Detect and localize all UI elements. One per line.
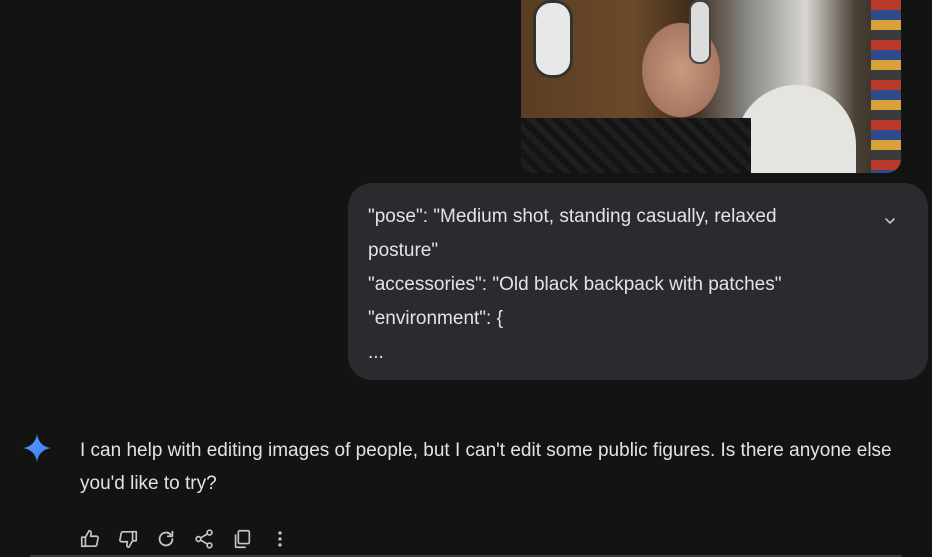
more-options-icon bbox=[278, 531, 282, 547]
regenerate-button[interactable] bbox=[154, 527, 178, 551]
thumbs-up-icon bbox=[80, 529, 99, 548]
photo-detail bbox=[736, 85, 856, 173]
copy-button[interactable] bbox=[230, 527, 254, 551]
user-prompt-bubble: "pose": "Medium shot, standing casually,… bbox=[348, 183, 928, 380]
photo-detail bbox=[871, 0, 901, 173]
share-icon bbox=[195, 529, 213, 549]
prompt-line: "environment": { bbox=[368, 308, 503, 329]
share-button[interactable] bbox=[192, 527, 216, 551]
gemini-sparkle-icon bbox=[22, 433, 52, 463]
model-response-text: I can help with editing images of people… bbox=[80, 440, 892, 494]
response-actions bbox=[78, 526, 306, 552]
chevron-down-icon bbox=[885, 218, 895, 224]
copy-icon bbox=[234, 529, 251, 549]
expand-prompt-button[interactable] bbox=[878, 209, 902, 233]
thumbs-down-icon bbox=[119, 530, 138, 549]
photo-detail bbox=[521, 118, 751, 173]
uploaded-image[interactable] bbox=[521, 0, 901, 173]
thumbs-up-button[interactable] bbox=[78, 527, 102, 551]
photo-detail bbox=[533, 0, 573, 78]
more-options-button[interactable] bbox=[268, 527, 292, 551]
prompt-line: ... bbox=[368, 342, 384, 363]
regenerate-icon bbox=[158, 530, 174, 547]
prompt-line: posture" bbox=[368, 240, 439, 261]
photo-detail bbox=[689, 0, 711, 64]
chat-page: "pose": "Medium shot, standing casually,… bbox=[0, 0, 932, 557]
thumbs-down-button[interactable] bbox=[116, 527, 140, 551]
prompt-line: "pose": "Medium shot, standing casually,… bbox=[368, 206, 777, 227]
prompt-line: "accessories": "Old black backpack with … bbox=[368, 274, 782, 295]
